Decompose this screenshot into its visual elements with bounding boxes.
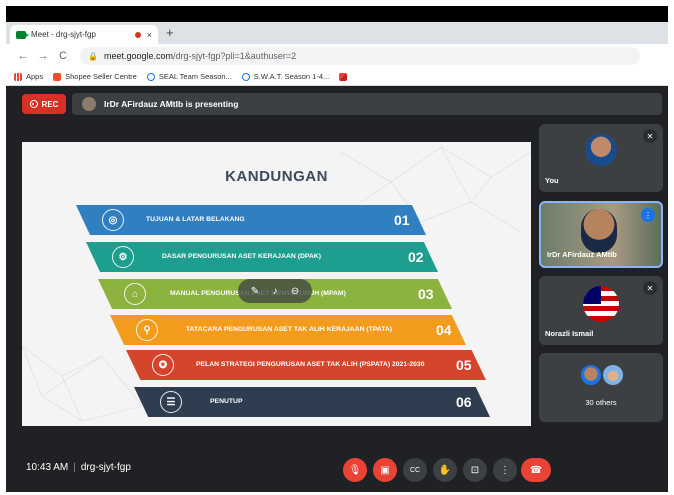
avatar <box>603 365 623 385</box>
pin-icon[interactable]: ✎ <box>251 286 259 297</box>
contents-item-1: ◎ TUJUAN & LATAR BELAKANG 01 <box>76 205 426 235</box>
item-text: DASAR PENGURUSAN ASET KERAJAAN (DPAK) <box>162 253 321 260</box>
meeting-code[interactable]: drg-sjyt-fgp <box>81 462 131 473</box>
back-icon[interactable]: ← <box>16 50 30 62</box>
tab-strip: Meet - drg-sjyt-fgp × + <box>6 22 668 44</box>
bookmark-label: Shopee Seller Centre <box>65 72 137 81</box>
bookmark-label: Apps <box>26 72 44 81</box>
top-black-bar <box>6 6 668 22</box>
search-icon <box>241 72 250 81</box>
participant-tile[interactable]: ✕ Norazli Ismail <box>539 276 663 345</box>
item-number: 05 <box>456 357 472 373</box>
item-number: 03 <box>418 286 434 302</box>
mic-off-icon: ✕ <box>643 281 657 295</box>
captions-button[interactable]: CC <box>403 458 427 482</box>
presenting-text: IrDr AFirdauz AMtIb is presenting <box>104 99 239 109</box>
search-icon <box>146 72 155 81</box>
item-number: 06 <box>456 394 472 410</box>
avatar <box>581 365 601 385</box>
presenting-banner: IrDr AFirdauz AMtIb is presenting <box>72 93 662 115</box>
tab-close-icon[interactable]: × <box>147 30 152 40</box>
address-bar-row: ← → C 🔒 meet.google.com/drg-sjyt-fgp?pli… <box>6 44 668 68</box>
item-icon: ◎ <box>102 209 124 231</box>
url-path: /drg-sjyt-fgp?pli=1&authuser=2 <box>173 51 297 61</box>
bookmark-label: S.W.A.T. Season 1-4... <box>253 72 330 81</box>
meeting-details: 10:43 AM | drg-sjyt-fgp <box>26 462 131 473</box>
flag-canton <box>583 286 601 304</box>
presenter-avatar <box>82 97 96 111</box>
item-text: PENUTUP <box>210 398 243 405</box>
reload-icon[interactable]: C <box>56 50 70 62</box>
item-icon: ✪ <box>152 354 174 376</box>
item-icon: ⚲ <box>136 319 158 341</box>
presentation-overlay-controls: ✎ ♪ ⊖ <box>238 279 312 303</box>
presentation-slide: KANDUNGAN ◎ TUJUAN & LATAR BELAKANG 01 ⚙ DAS… <box>22 142 531 426</box>
bookmark-seal-team[interactable]: SEAL Team Season... <box>146 72 232 81</box>
item-text: PELAN STRATEGI PENGURUSAN ASET TAK ALIH … <box>196 361 425 368</box>
participant-name: Norazli Ismail <box>545 329 594 338</box>
raise-hand-button[interactable]: ✋ <box>433 458 457 482</box>
meet-bottom-bar: 10:43 AM | drg-sjyt-fgp 🎙 ▣ CC ✋ ⊡ ⋮ ☎ <box>6 452 668 492</box>
others-tile[interactable]: 30 others <box>539 353 663 422</box>
participant-name: 30 others <box>585 398 617 407</box>
item-number: 01 <box>394 212 410 228</box>
participant-name: You <box>545 176 559 185</box>
new-tab-button[interactable]: + <box>166 25 174 41</box>
browser-tab[interactable]: Meet - drg-sjyt-fgp × <box>10 25 158 44</box>
item-number: 02 <box>408 249 424 265</box>
item-text: TATACARA PENGURUSAN ASET TAK ALIH KERAJA… <box>186 326 393 333</box>
gmail-icon <box>339 72 348 81</box>
meeting-time: 10:43 AM <box>26 462 69 473</box>
avatar <box>581 209 617 253</box>
contents-item-5: ✪ PELAN STRATEGI PENGURUSAN ASET TAK ALIH… <box>126 350 486 380</box>
speaking-icon: ⋮ <box>641 208 655 222</box>
participant-name: IrDr AFirdauz AMtIb <box>547 250 617 259</box>
mic-off-icon: ✕ <box>643 129 657 143</box>
url-host: meet.google.com <box>103 51 174 61</box>
meet-favicon-icon <box>16 30 29 39</box>
recording-dot-icon <box>134 31 141 38</box>
more-options-button[interactable]: ⋮ <box>493 458 517 482</box>
apps-grid-icon <box>14 72 22 81</box>
bookmark-gmail[interactable] <box>339 72 348 81</box>
avatar <box>585 134 617 166</box>
shopee-icon <box>53 72 62 81</box>
forward-icon[interactable]: → <box>36 50 50 62</box>
bookmark-label: SEAL Team Season... <box>158 72 232 81</box>
contents-item-2: ⚙ DASAR PENGURUSAN ASET KERAJAAN (DPAK) 02 <box>86 242 438 272</box>
participant-tile[interactable]: ⋮ IrDr AFirdauz AMtIb <box>539 201 663 268</box>
item-icon: ⌂ <box>124 283 146 305</box>
present-button[interactable]: ⊡ <box>463 458 487 482</box>
remove-icon[interactable]: ⊖ <box>291 286 299 297</box>
item-number: 04 <box>436 322 452 338</box>
participant-tile[interactable]: ✕ You <box>539 124 663 192</box>
rec-button[interactable]: REC <box>22 94 66 114</box>
bookmark-shopee[interactable]: Shopee Seller Centre <box>53 72 137 81</box>
rec-label: REC <box>41 99 59 109</box>
leave-call-button[interactable]: ☎ <box>521 458 551 482</box>
slide-title: KANDUNGAN <box>225 168 328 185</box>
mic-off-button[interactable]: 🎙 <box>343 458 367 482</box>
lock-icon: 🔒 <box>88 51 98 61</box>
screenshot-frame: Meet - drg-sjyt-fgp × + ← → C 🔒 meet.goo… <box>6 6 668 492</box>
item-text: TUJUAN & LATAR BELAKANG <box>146 216 245 223</box>
record-icon <box>29 100 38 108</box>
url-field[interactable]: 🔒 meet.google.com/drg-sjyt-fgp?pli=1&aut… <box>80 47 640 65</box>
bookmarks-bar: Apps Shopee Seller Centre SEAL Team Seas… <box>6 68 668 86</box>
bookmark-swat[interactable]: S.W.A.T. Season 1-4... <box>241 72 330 81</box>
camera-off-button[interactable]: ▣ <box>373 458 397 482</box>
mute-icon[interactable]: ♪ <box>273 286 278 297</box>
bookmark-apps[interactable]: Apps <box>14 72 43 81</box>
tab-title: Meet - drg-sjyt-fgp <box>31 30 96 39</box>
item-icon: ⚙ <box>112 246 134 268</box>
contents-item-4: ⚲ TATACARA PENGURUSAN ASET TAK ALIH KERAJ… <box>110 315 466 345</box>
contents-item-6: ☰ PENUTUP 06 <box>134 387 490 417</box>
item-icon: ☰ <box>160 391 182 413</box>
